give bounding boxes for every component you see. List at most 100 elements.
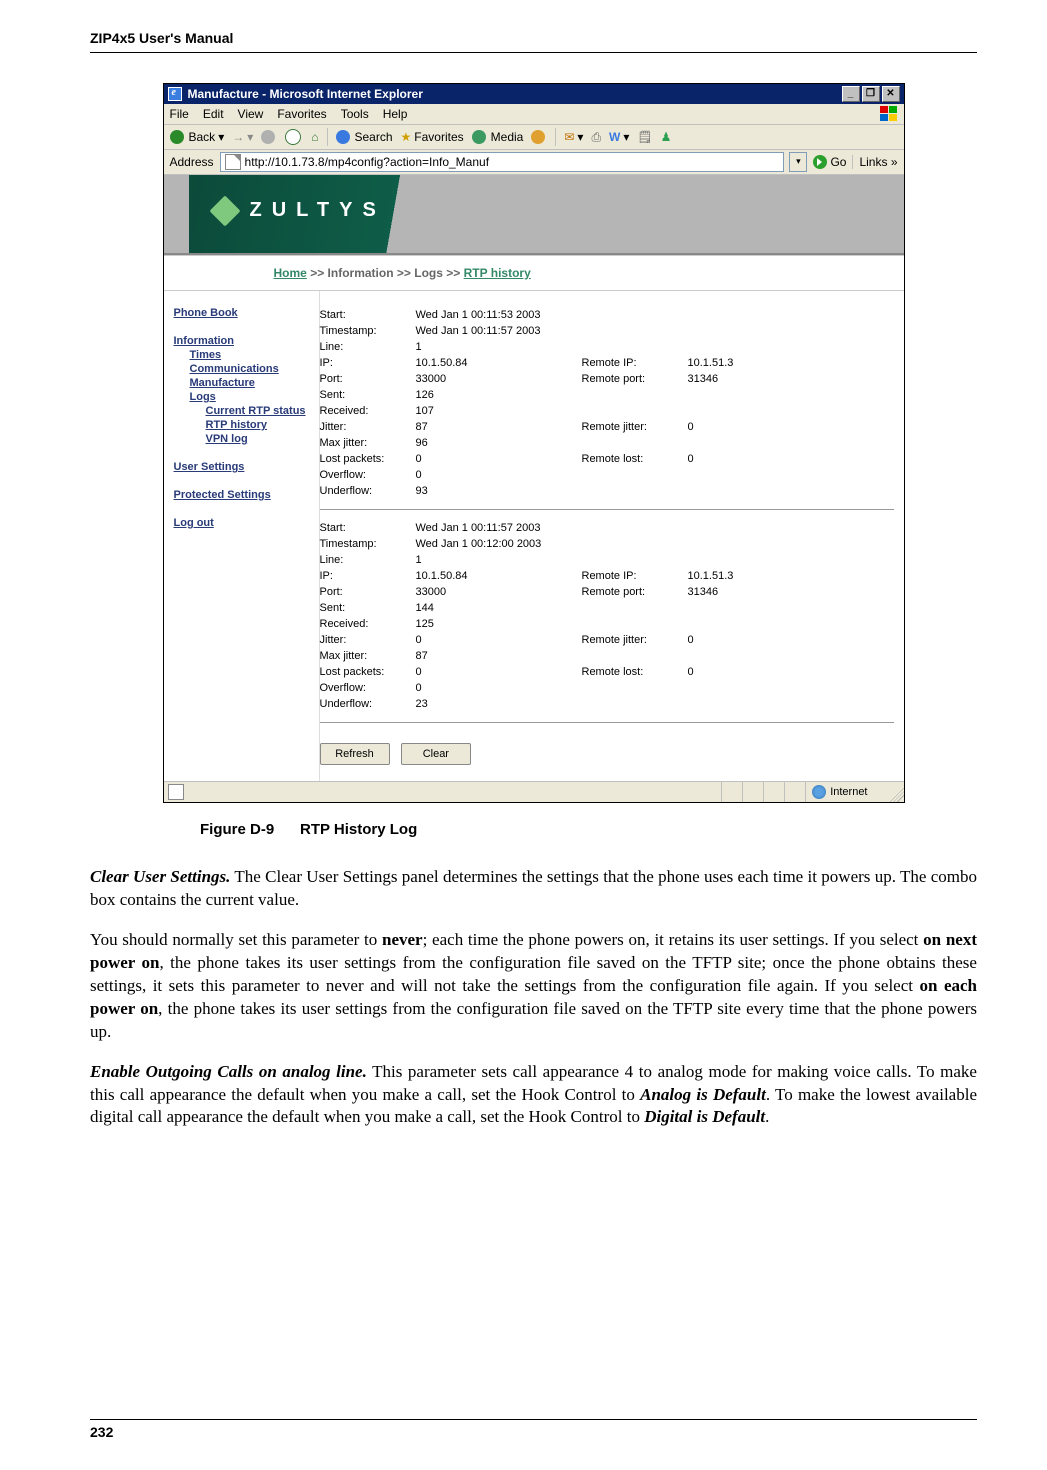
back-icon <box>170 130 184 144</box>
media-label: Media <box>491 130 524 144</box>
document-icon <box>168 784 184 800</box>
refresh-icon <box>285 129 301 145</box>
para-text: . <box>765 1107 769 1126</box>
chevron-down-icon: ▾ <box>218 130 224 144</box>
side-nav: Phone Book Information Times Communicati… <box>164 291 319 781</box>
value: 1 <box>416 339 894 355</box>
history-button[interactable] <box>531 130 547 144</box>
nav-log-out[interactable]: Log out <box>174 517 313 529</box>
search-button[interactable]: Search <box>336 130 393 144</box>
edit-button[interactable]: W▾ <box>609 130 629 144</box>
value: 31346 <box>688 584 894 600</box>
maximize-button[interactable]: ❐ <box>862 86 880 102</box>
menu-view[interactable]: View <box>238 107 264 121</box>
value: 10.1.50.84 <box>416 355 582 371</box>
menu-help[interactable]: Help <box>383 107 408 121</box>
label: Remote lost: <box>582 451 688 467</box>
value: 0 <box>416 680 894 696</box>
value: 0 <box>688 664 894 680</box>
forward-button[interactable]: → ▾ <box>232 130 253 144</box>
menu-edit[interactable]: Edit <box>203 107 224 121</box>
value: 125 <box>416 616 894 632</box>
resize-grip[interactable] <box>888 782 904 802</box>
nav-user-settings[interactable]: User Settings <box>174 461 313 473</box>
label: Lost packets: <box>320 664 416 680</box>
zultys-logo: ZULTYS <box>214 199 386 222</box>
globe-icon <box>812 785 826 799</box>
media-button[interactable]: Media <box>472 130 524 144</box>
breadcrumb-home[interactable]: Home <box>274 266 307 280</box>
label: Received: <box>320 403 416 419</box>
nav-manufacture[interactable]: Manufacture <box>190 377 313 389</box>
label: Remote port: <box>582 371 688 387</box>
breadcrumb-rtp[interactable]: RTP history <box>464 266 531 280</box>
go-button[interactable]: Go <box>813 155 846 169</box>
value: 93 <box>416 483 894 499</box>
label: Underflow: <box>320 696 416 712</box>
menu-tools[interactable]: Tools <box>341 107 369 121</box>
value: Wed Jan 1 00:11:57 2003 <box>416 520 894 536</box>
nav-phone-book[interactable]: Phone Book <box>174 307 313 319</box>
close-button[interactable]: ✕ <box>882 86 900 102</box>
nav-logs[interactable]: Logs <box>190 391 313 403</box>
value: Wed Jan 1 00:12:00 2003 <box>416 536 894 552</box>
label: Remote IP: <box>582 568 688 584</box>
menu-favorites[interactable]: Favorites <box>277 107 326 121</box>
address-input[interactable]: http://10.1.73.8/mp4config?action=Info_M… <box>220 152 785 172</box>
label: Start: <box>320 307 416 323</box>
nav-current-rtp[interactable]: Current RTP status <box>206 405 313 417</box>
minimize-button[interactable]: _ <box>842 86 860 102</box>
menu-file[interactable]: File <box>170 107 189 121</box>
value: 0 <box>416 467 894 483</box>
discuss-button[interactable]: 🗒 <box>637 130 652 144</box>
breadcrumb: Home >> Information >> Logs >> RTP histo… <box>164 255 904 291</box>
para-lead: Enable Outgoing Calls on analog line. <box>90 1062 367 1081</box>
stop-button[interactable] <box>261 130 277 144</box>
security-zone: Internet <box>806 785 887 799</box>
address-label: Address <box>170 155 214 169</box>
value: 33000 <box>416 584 582 600</box>
nav-rtp-history[interactable]: RTP history <box>206 419 313 431</box>
label: Max jitter: <box>320 648 416 664</box>
address-bar: Address http://10.1.73.8/mp4config?actio… <box>164 150 904 175</box>
messenger-button[interactable]: ♟ <box>661 130 672 144</box>
back-button[interactable]: Back ▾ <box>170 130 225 144</box>
breadcrumb-info: Information <box>328 266 394 280</box>
refresh-button[interactable]: Refresh <box>320 743 390 765</box>
links-button[interactable]: Links » <box>852 155 897 169</box>
label: Overflow: <box>320 467 416 483</box>
mail-button[interactable]: ✉▾ <box>564 130 583 144</box>
print-button[interactable]: ⎙ <box>591 130 601 145</box>
zultys-banner: ZULTYS <box>164 175 904 255</box>
label: Sent: <box>320 387 416 403</box>
nav-protected-settings[interactable]: Protected Settings <box>174 489 313 501</box>
value: 0 <box>688 451 894 467</box>
paragraph-clear-user-settings: Clear User Settings. The Clear User Sett… <box>90 866 977 912</box>
favorites-button[interactable]: ★ Favorites <box>401 130 464 144</box>
home-button[interactable]: ⌂ <box>311 130 318 144</box>
value: 96 <box>416 435 894 451</box>
value: Wed Jan 1 00:11:57 2003 <box>416 323 894 339</box>
value: 10.1.50.84 <box>416 568 582 584</box>
value: 33000 <box>416 371 582 387</box>
label: Timestamp: <box>320 323 416 339</box>
value: 126 <box>416 387 894 403</box>
printer-icon: ⎙ <box>591 130 601 145</box>
clear-button[interactable]: Clear <box>401 743 471 765</box>
address-dropdown-button[interactable]: ▾ <box>789 152 807 172</box>
mail-icon: ✉ <box>564 130 574 144</box>
value: 10.1.51.3 <box>688 568 894 584</box>
nav-vpn-log[interactable]: VPN log <box>206 433 313 445</box>
header-rule <box>90 52 977 53</box>
nav-communications[interactable]: Communications <box>190 363 313 375</box>
log-panel: Start:Wed Jan 1 00:11:53 2003 Timestamp:… <box>319 291 904 781</box>
value: 1 <box>416 552 894 568</box>
value: 144 <box>416 600 894 616</box>
window-title: Manufacture - Microsoft Internet Explore… <box>188 87 423 101</box>
nav-times[interactable]: Times <box>190 349 313 361</box>
label: Start: <box>320 520 416 536</box>
forward-icon: → <box>232 130 244 144</box>
nav-information[interactable]: Information <box>174 335 313 347</box>
refresh-button[interactable] <box>285 129 303 145</box>
paragraph-enable-outgoing: Enable Outgoing Calls on analog line. Th… <box>90 1061 977 1130</box>
